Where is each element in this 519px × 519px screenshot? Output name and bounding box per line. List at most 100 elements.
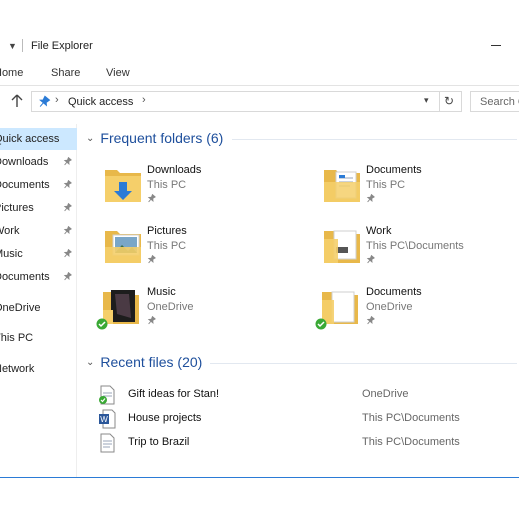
file-name: House projects [128,412,202,424]
pin-icon [366,255,375,264]
folder-location: This PC\Documents [366,240,464,252]
nav-item-label: Pictures [0,202,34,214]
folder-tile-documents-onedrive[interactable]: Documents OneDrive [315,284,515,342]
breadcrumb-quick-access[interactable]: Quick access [68,96,133,108]
nav-item-label: Network [0,363,35,375]
folder-tile-documents[interactable]: Documents This PC [322,162,519,220]
word-file-icon: W [99,409,116,429]
nav-item-label: Work [0,225,20,237]
recent-files-header[interactable]: ⌄ Recent files (20) [86,354,202,370]
quick-access-toolbar-dropdown-icon[interactable]: ▼ [8,41,17,51]
nav-item-label: OneDrive [0,302,41,314]
work-folder-icon [324,230,360,263]
folder-tile-music[interactable]: Music OneDrive [96,284,296,342]
up-arrow-icon[interactable] [9,93,25,109]
folder-name: Documents [366,164,422,176]
pin-icon [63,180,72,189]
file-explorer-window: ▼ File Explorer Home Share View › Quick … [0,28,519,478]
folder-name: Pictures [147,225,187,237]
nav-item-onedrive[interactable]: OneDrive [0,297,77,319]
recent-file-row[interactable]: W House projects This PC\Documents [98,408,518,430]
nav-item-label: Documents [0,271,50,283]
address-dropdown-icon[interactable]: ▾ [424,95,429,106]
nav-item-pictures[interactable]: Pictures [0,197,77,219]
pin-icon [63,272,72,281]
folder-tile-work[interactable]: Work This PC\Documents [322,223,519,281]
folder-name: Documents [366,286,422,298]
nav-item-quick-access[interactable]: Quick access [0,128,77,150]
sync-status-icon [96,318,108,330]
svg-text:W: W [100,415,108,424]
nav-item-music[interactable]: Music [0,243,77,265]
tab-share[interactable]: Share [51,67,80,79]
breadcrumb-chevron-icon[interactable]: › [142,94,146,106]
folder-location: This PC [147,240,187,252]
nav-item-documents-onedrive[interactable]: Documents [0,266,77,288]
file-location: OneDrive [362,388,409,400]
file-name: Trip to Brazil [128,436,190,448]
nav-item-label: Downloads [0,156,49,168]
group-divider [232,139,517,140]
refresh-divider [439,92,440,111]
pictures-folder-icon [105,231,141,263]
folder-name: Music [147,286,176,298]
folder-location: This PC [366,179,406,191]
folder-location: OneDrive [147,301,194,313]
nav-item-this-pc[interactable]: This PC [0,327,77,349]
folder-tile-pictures[interactable]: Pictures This PC [103,223,303,281]
search-placeholder: Search Quick access [480,96,519,108]
onedrive-file-icon [99,385,115,405]
documents-folder-icon [324,170,360,202]
pin-icon [63,203,72,212]
address-bar[interactable]: › Quick access › ▾ ↻ [31,91,462,112]
navigation-pane: Quick access Downloads Documents Picture… [0,124,77,477]
folder-location: OneDrive [366,301,413,313]
title-bar: ▼ File Explorer [0,28,519,60]
breadcrumb-chevron-icon[interactable]: › [55,94,59,106]
file-location: This PC\Documents [362,412,460,424]
window-title: File Explorer [31,40,93,52]
folder-tile-downloads[interactable]: Downloads This PC [103,162,303,220]
group-divider [210,363,517,364]
frequent-folders-header[interactable]: ⌄ Frequent folders (6) [86,130,223,146]
recent-file-row[interactable]: Gift ideas for Stan! OneDrive [98,384,518,406]
nav-item-label: Music [0,248,23,260]
folder-name: Work [366,225,392,237]
nav-item-work[interactable]: Work [0,220,77,242]
nav-item-downloads[interactable]: Downloads [0,151,77,173]
chevron-down-icon[interactable]: ⌄ [86,133,94,144]
tab-home[interactable]: Home [0,67,23,79]
nav-item-label: Documents [0,179,50,191]
tab-view[interactable]: View [106,67,130,79]
frequent-folders-title: Frequent folders (6) [100,130,224,146]
minimize-button[interactable] [488,36,508,54]
search-input[interactable]: Search Quick access [470,91,519,112]
recent-files-title: Recent files (20) [100,354,203,370]
pin-icon [63,226,72,235]
pin-icon [366,316,375,325]
pin-icon [366,194,375,203]
sync-status-icon [315,318,327,330]
document-file-icon [100,433,115,453]
nav-item-network[interactable]: Network [0,358,77,380]
recent-file-row[interactable]: Trip to Brazil This PC\Documents [98,432,518,454]
chevron-down-icon[interactable]: ⌄ [86,357,94,368]
file-location: This PC\Documents [362,436,460,448]
ribbon-tabs: Home Share View [0,60,519,86]
pin-icon [147,255,156,264]
nav-item-documents[interactable]: Documents [0,174,77,196]
pin-icon [147,316,156,325]
folder-name: Downloads [147,164,202,176]
file-name: Gift ideas for Stan! [128,388,220,400]
downloads-folder-icon [105,170,141,202]
pin-icon [63,249,72,258]
address-row: › Quick access › ▾ ↻ Search Quick access [0,86,519,118]
pin-icon [147,194,156,203]
quick-access-star-icon [39,95,51,107]
refresh-icon[interactable]: ↻ [444,94,454,108]
folder-location: This PC [147,179,187,191]
nav-item-label: This PC [0,332,34,344]
nav-item-label: Quick access [0,133,60,145]
title-separator [22,39,23,52]
pin-icon [63,157,72,166]
